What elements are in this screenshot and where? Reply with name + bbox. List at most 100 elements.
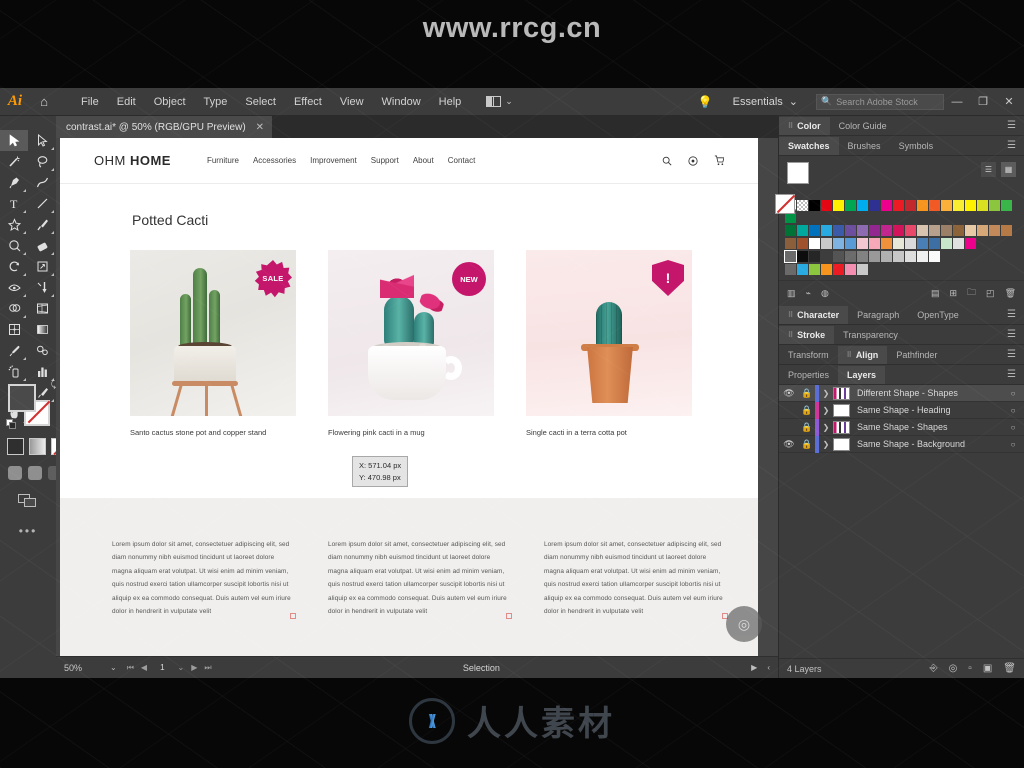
home-icon[interactable]: ⌂ <box>30 94 58 109</box>
layer-row[interactable]: 🔒 ❯ Same Shape - Heading ○ <box>779 401 1024 419</box>
swatch-cell[interactable] <box>893 225 904 236</box>
perspective-grid-tool[interactable] <box>28 298 56 319</box>
menu-help[interactable]: Help <box>430 92 471 112</box>
discover-icon[interactable]: ◎ <box>726 606 762 642</box>
zoom-chevron-down-icon[interactable]: ⌄ <box>100 663 127 672</box>
swatch-cell[interactable] <box>857 238 868 249</box>
eyedropper-tool[interactable] <box>0 340 28 361</box>
swatch-cell[interactable] <box>989 200 1000 211</box>
swatch-cell[interactable] <box>917 251 928 262</box>
locate-object-icon[interactable]: ⎆ <box>930 663 938 674</box>
tab-transparency[interactable]: Transparency <box>834 326 907 344</box>
type-tool[interactable]: T <box>0 193 28 214</box>
draw-behind-icon[interactable] <box>28 466 42 480</box>
product-card[interactable]: ! Single cacti in a terra cotta pot <box>526 250 692 439</box>
swatch-cell[interactable] <box>941 238 952 249</box>
new-color-group-icon[interactable]: ⊞ <box>949 288 957 299</box>
gradient-tool[interactable] <box>28 319 56 340</box>
swatch-cell[interactable] <box>809 251 820 262</box>
swatch-cell[interactable] <box>821 200 832 211</box>
layer-row[interactable]: 🔒 ❯ Same Shape - Shapes ○ <box>779 418 1024 436</box>
swatch-cell[interactable] <box>821 225 832 236</box>
swatch-cell[interactable] <box>857 264 868 275</box>
swatch-cell[interactable] <box>953 200 964 211</box>
minimize-button[interactable]: — <box>944 88 970 115</box>
swatch-cell[interactable] <box>1001 225 1012 236</box>
panel-menu-icon[interactable]: ☰ <box>1007 349 1024 360</box>
swatch-cell[interactable] <box>821 251 832 262</box>
menu-select[interactable]: Select <box>236 92 285 112</box>
next-artboard-icon[interactable]: ▶ <box>191 663 197 672</box>
tab-swatches[interactable]: Swatches <box>779 136 839 155</box>
layer-target-icon[interactable]: ○ <box>1002 440 1024 449</box>
swatch-options-icon[interactable]: ▤ <box>931 288 940 299</box>
menu-effect[interactable]: Effect <box>285 92 331 112</box>
tab-brushes[interactable]: Brushes <box>839 137 890 155</box>
menu-type[interactable]: Type <box>195 92 237 112</box>
layer-target-icon[interactable]: ○ <box>1002 423 1024 432</box>
swatch-cell[interactable] <box>905 200 916 211</box>
delete-layer-icon[interactable]: 🗑 <box>1003 663 1016 674</box>
swatch-cell[interactable] <box>917 238 928 249</box>
nav-support[interactable]: Support <box>371 156 399 165</box>
swatch-cell[interactable] <box>881 200 892 211</box>
make-clipping-mask-icon[interactable]: ◎ <box>949 663 958 674</box>
swatch-cell[interactable] <box>857 225 868 236</box>
swatch-grid[interactable] <box>779 198 1017 280</box>
nav-about[interactable]: About <box>413 156 434 165</box>
swatch-cell[interactable] <box>845 264 856 275</box>
swatch-libraries-icon[interactable]: ▥ <box>787 288 796 299</box>
gradient-mode-icon[interactable] <box>29 438 46 455</box>
color-mode-icon[interactable] <box>7 438 24 455</box>
free-transform-tool[interactable] <box>28 277 56 298</box>
shaper-tool[interactable] <box>0 235 28 256</box>
tab-color-guide[interactable]: Color Guide <box>830 117 896 135</box>
lock-icon[interactable]: 🔒 <box>799 405 815 416</box>
product-card[interactable]: NEW Flowering pink cacti in a mug <box>328 250 494 439</box>
blend-tool[interactable] <box>28 340 56 361</box>
swatch-cell[interactable] <box>797 251 808 262</box>
artboard-chevron-down-icon[interactable]: ⌄ <box>178 663 185 672</box>
zoom-level-value[interactable]: 50% <box>56 663 100 673</box>
layer-name[interactable]: Same Shape - Background <box>857 439 1002 449</box>
menu-window[interactable]: Window <box>373 92 430 112</box>
restore-button[interactable]: ❐ <box>970 88 996 115</box>
menu-view[interactable]: View <box>331 92 373 112</box>
swatch-cell[interactable] <box>977 225 988 236</box>
swatch-cell[interactable] <box>845 251 856 262</box>
nav-accessories[interactable]: Accessories <box>253 156 296 165</box>
panel-menu-icon[interactable]: ☰ <box>1007 120 1024 131</box>
lasso-tool[interactable] <box>28 151 56 172</box>
swatch-cell[interactable] <box>881 225 892 236</box>
swatch-cell[interactable] <box>797 225 808 236</box>
layer-row[interactable]: 👁 🔒 ❯ Different Shape - Shapes ○ <box>779 384 1024 402</box>
swatch-cell[interactable] <box>857 251 868 262</box>
swatch-cell[interactable] <box>845 200 856 211</box>
swatch-cell[interactable] <box>1001 200 1012 211</box>
swatch-cell[interactable] <box>941 225 952 236</box>
tab-pathfinder[interactable]: Pathfinder <box>887 346 946 364</box>
chevron-right-icon[interactable]: ❯ <box>819 389 833 398</box>
shape-builder-tool[interactable] <box>0 298 28 319</box>
swatch-cell[interactable] <box>869 251 880 262</box>
swatch-cell[interactable] <box>869 238 880 249</box>
swatch-cell[interactable] <box>869 200 880 211</box>
layer-name[interactable]: Same Shape - Heading <box>857 405 1002 415</box>
adobe-stock-search[interactable]: 🔍 Search Adobe Stock <box>816 93 944 110</box>
swatch-cell[interactable] <box>893 200 904 211</box>
panel-menu-icon[interactable]: ☰ <box>1007 309 1024 320</box>
tab-align[interactable]: ⠿ Align <box>837 345 888 364</box>
tab-stroke[interactable]: ⠿ Stroke <box>779 325 835 344</box>
swatch-cell[interactable] <box>785 238 796 249</box>
previous-artboard-icon[interactable]: ◀ <box>141 663 147 672</box>
tab-layers[interactable]: Layers <box>838 365 886 384</box>
layer-row[interactable]: 👁 🔒 ❯ Same Shape - Background ○ <box>779 435 1024 453</box>
shape-tool[interactable] <box>0 214 28 235</box>
eye-icon[interactable]: 👁 <box>779 439 799 450</box>
swatch-cell[interactable] <box>977 200 988 211</box>
fill-stroke-control[interactable]: ⤹ <box>6 379 56 429</box>
layer-name[interactable]: Same Shape - Shapes <box>857 422 1002 432</box>
product-card[interactable]: SALE Santo cactus stone pot and copper s… <box>130 250 296 439</box>
swatch-cell[interactable] <box>917 225 928 236</box>
selection-tool[interactable] <box>0 130 28 151</box>
